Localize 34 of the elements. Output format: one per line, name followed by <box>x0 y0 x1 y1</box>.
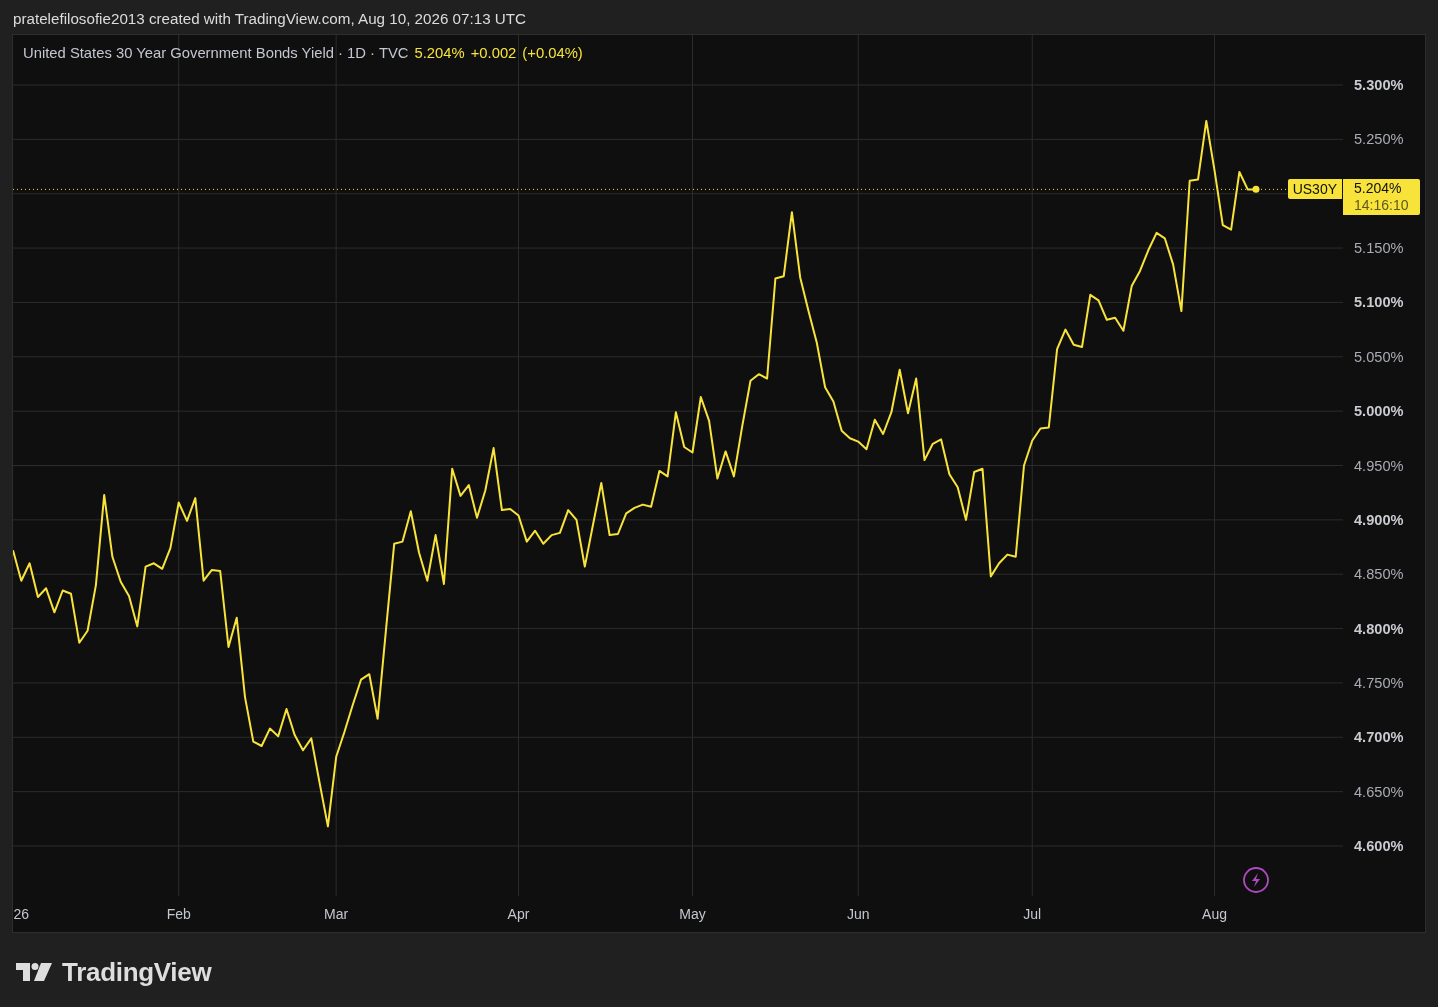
x-axis-label: 26 <box>13 906 30 922</box>
y-axis-label: 5.300% <box>1354 77 1404 93</box>
symbol-tag: US30Y <box>1287 179 1342 200</box>
x-axis-label: Aug <box>1202 906 1227 922</box>
x-axis-label: Feb <box>166 906 191 922</box>
y-axis-label: 4.950% <box>1354 457 1404 474</box>
y-axis-label: 4.750% <box>1354 674 1404 691</box>
x-axis-label: Apr <box>507 906 530 922</box>
countdown-timer: 14:16:10 <box>1354 197 1410 215</box>
y-axis-label: 5.100% <box>1354 294 1404 311</box>
price-value: 5.204% <box>1354 180 1403 198</box>
change-percent: (+0.04%) <box>522 44 583 62</box>
end-dot-icon <box>1252 185 1260 193</box>
y-axis-label: 4.700% <box>1354 729 1404 746</box>
y-axis-label: 4.650% <box>1354 783 1404 800</box>
lightning-icon[interactable] <box>1243 867 1269 893</box>
y-axis-label: 5.000% <box>1354 403 1404 420</box>
logo-wordmark: TradingView <box>62 957 212 987</box>
y-axis-label: 4.850% <box>1354 566 1404 583</box>
symbol-title: United States 30 Year Government Bonds Yield · 1D · TVC <box>23 44 409 62</box>
last-value: 5.204% <box>414 44 465 62</box>
x-axis-label: Jul <box>1023 906 1042 922</box>
y-axis-label: 5.050% <box>1354 348 1404 365</box>
y-axis-label: 4.600% <box>1354 838 1404 854</box>
change-value: +0.002 <box>470 44 517 62</box>
y-axis-label: 5.250% <box>1354 131 1404 148</box>
y-axis-label: 5.150% <box>1354 240 1404 257</box>
chart-caption: pratelefilosofie2013 created with TradingView.com, Aug 10, 2026 07:13 UTC <box>12 9 528 29</box>
x-axis-label: May <box>679 906 706 922</box>
x-axis-label: Jun <box>846 906 870 922</box>
y-axis-label: 4.900% <box>1354 511 1404 528</box>
y-axis-label: 4.800% <box>1354 620 1404 637</box>
x-axis-label: Mar <box>324 906 349 922</box>
logo-icon <box>16 963 52 981</box>
